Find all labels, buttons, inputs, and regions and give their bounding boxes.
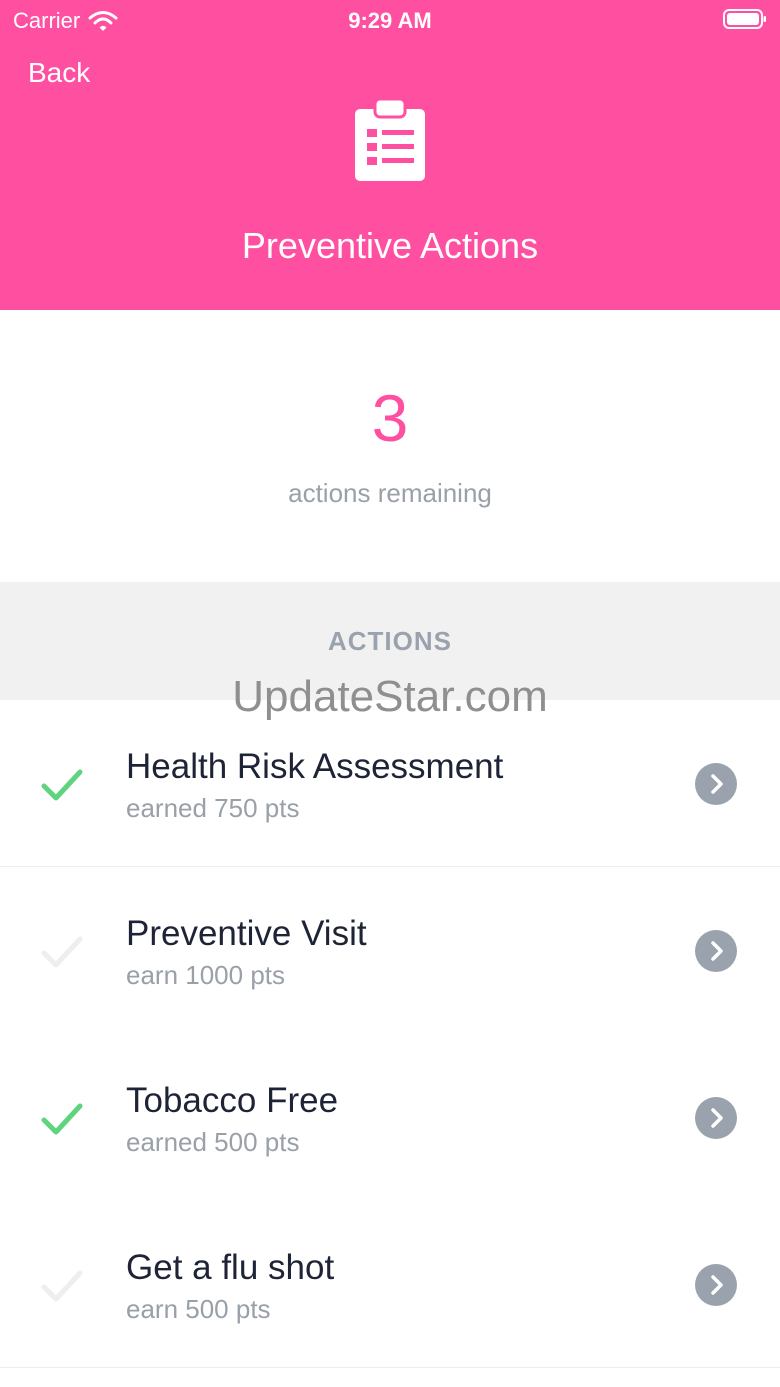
section-title: ACTIONS [328,626,452,656]
back-button[interactable]: Back [28,57,90,89]
chevron-right-icon[interactable] [695,930,737,972]
action-row-flu-shot[interactable]: Get a flu shot earn 500 pts [0,1201,780,1368]
checkmark-icon [41,1103,83,1135]
action-row-health-risk-assessment[interactable]: Health Risk Assessment earned 750 pts [0,700,780,867]
list-bottom-divider [0,1367,780,1368]
battery-icon [723,9,766,29]
action-points: earn 500 pts [126,1294,271,1324]
chevron-right-icon[interactable] [695,1097,737,1139]
action-points: earned 750 pts [126,793,300,823]
remaining-label: actions remaining [288,478,492,508]
action-title: Preventive Visit [126,914,367,953]
summary-panel: 3 actions remaining [0,310,780,582]
watermark: UpdateStar.com [232,672,548,721]
action-row-preventive-visit[interactable]: Preventive Visit earn 1000 pts [0,867,780,1034]
chevron-right-icon[interactable] [695,1264,737,1306]
chevron-right-icon[interactable] [695,763,737,805]
action-points: earned 500 pts [126,1127,300,1157]
remaining-count: 3 [371,381,409,455]
action-title: Get a flu shot [126,1248,335,1287]
header-bar: Carrier 9:29 AM Back Preventive Actions [0,0,780,310]
clipboard-list-icon [355,97,425,181]
page-title: Preventive Actions [241,225,539,266]
action-title: Health Risk Assessment [126,747,504,786]
action-list: Health Risk Assessment earned 750 pts Pr… [0,700,780,1368]
checkmark-icon [41,936,83,968]
action-title: Tobacco Free [126,1081,339,1120]
checkmark-icon [41,769,83,801]
action-points: earn 1000 pts [126,960,286,990]
status-time: 9:29 AM [348,8,432,33]
action-row-tobacco-free[interactable]: Tobacco Free earned 500 pts [0,1034,780,1201]
checkmark-icon [41,1270,83,1302]
status-bar: Carrier 9:29 AM [0,0,780,40]
